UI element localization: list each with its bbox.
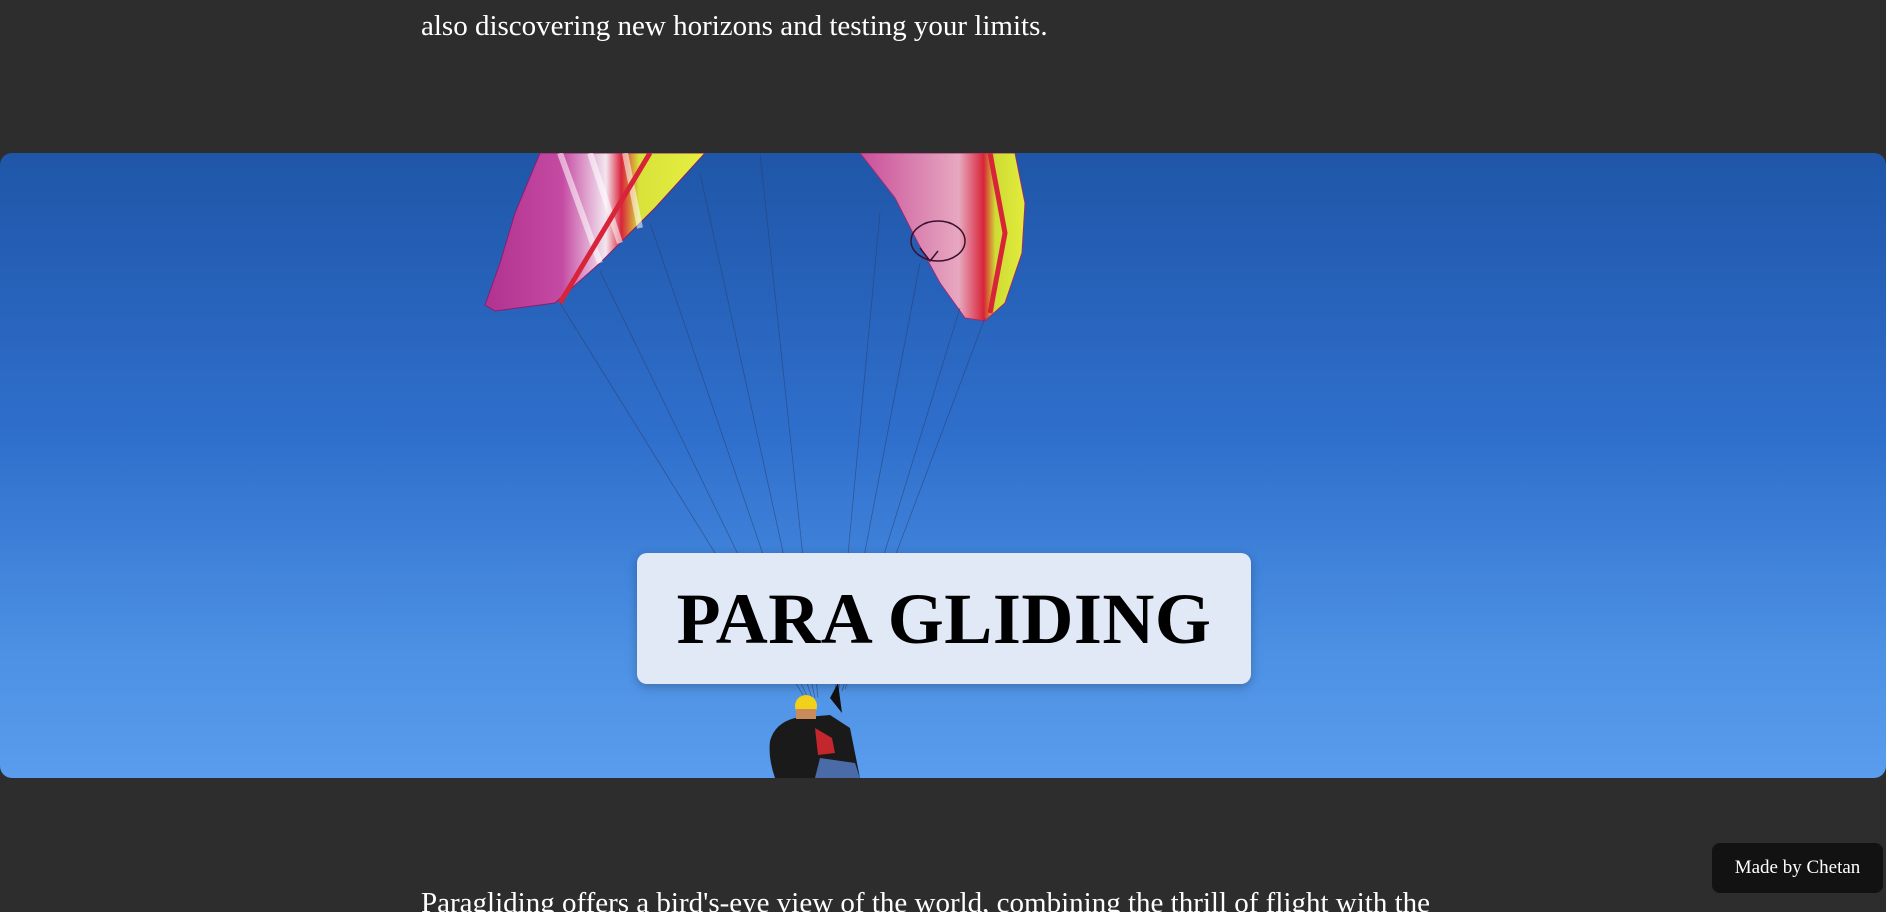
hero-banner: PARA GLIDING — [0, 153, 1886, 778]
intro-paragraph: also discovering new horizons and testin… — [421, 10, 1048, 42]
body-paragraph: Paragliding offers a bird's-eye view of … — [421, 887, 1430, 912]
paraglider-image — [484, 153, 1026, 778]
hero-title-card: PARA GLIDING — [637, 553, 1251, 684]
hero-title: PARA GLIDING — [676, 578, 1212, 659]
made-by-badge[interactable]: Made by Chetan — [1712, 843, 1883, 893]
